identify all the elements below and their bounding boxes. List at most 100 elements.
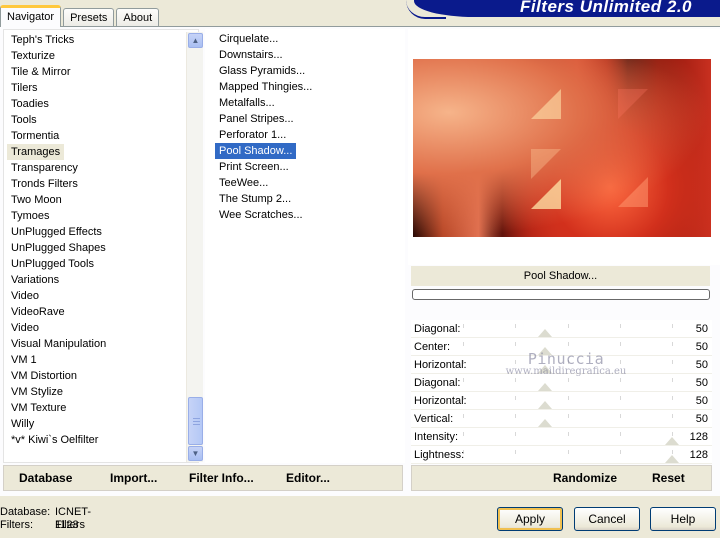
chevron-up-icon: ▲ xyxy=(191,36,200,45)
category-item[interactable]: Tymoes xyxy=(7,208,110,224)
category-item[interactable]: Willy xyxy=(7,416,110,432)
parameter-slider[interactable] xyxy=(463,357,673,373)
parameter-slider[interactable] xyxy=(463,411,673,427)
category-list[interactable]: Teph's Tricks Texturize Tile & Mirror Tiler… xyxy=(3,29,203,463)
filter-item[interactable]: Panel Stripes... xyxy=(215,111,316,127)
filter-list[interactable]: Cirquelate... Downstairs... Glass Pyramids… xyxy=(205,29,405,463)
slider-thumb[interactable] xyxy=(537,401,552,409)
slider-thumb[interactable] xyxy=(537,365,552,373)
category-item[interactable]: Tormentia xyxy=(7,128,110,144)
parameter-label: Diagonal: xyxy=(414,323,461,335)
slider-thumb[interactable] xyxy=(537,419,552,427)
slider-thumb[interactable] xyxy=(537,347,552,355)
scroll-down-button[interactable]: ▼ xyxy=(188,446,203,461)
filters-count: 1123 xyxy=(55,519,79,531)
editor-button[interactable]: Editor... xyxy=(286,466,330,490)
category-item[interactable]: Variations xyxy=(7,272,110,288)
slider-thumb[interactable] xyxy=(665,437,679,445)
import-button[interactable]: Import... xyxy=(110,466,157,490)
parameter-row: Horizontal: 50 xyxy=(411,392,712,410)
parameter-row: Vertical: 50 xyxy=(411,410,712,428)
category-item[interactable]: Tilers xyxy=(7,80,110,96)
preview-image[interactable] xyxy=(413,59,711,237)
category-item[interactable]: Two Moon xyxy=(7,192,110,208)
parameter-slider[interactable] xyxy=(463,321,673,337)
category-item[interactable]: *v* Kiwi`s Oelfilter xyxy=(7,432,110,448)
parameter-row: Center: 50 xyxy=(411,338,712,356)
parameter-slider[interactable] xyxy=(463,393,673,409)
randomize-button[interactable]: Randomize xyxy=(553,466,617,490)
category-item[interactable]: VM Stylize xyxy=(7,384,110,400)
category-item[interactable]: Texturize xyxy=(7,48,110,64)
category-item[interactable]: UnPlugged Shapes xyxy=(7,240,110,256)
tab-about[interactable]: About xyxy=(116,8,160,27)
reset-button[interactable]: Reset xyxy=(652,466,685,490)
category-items: Teph's Tricks Texturize Tile & Mirror Tiler… xyxy=(7,32,110,448)
category-item[interactable]: VM Texture xyxy=(7,400,110,416)
filter-item[interactable]: Metalfalls... xyxy=(215,95,316,111)
filter-info-button[interactable]: Filter Info... xyxy=(189,466,254,490)
database-button[interactable]: Database xyxy=(19,466,72,490)
parameter-label: Horizontal: xyxy=(414,359,467,371)
current-filter-name: Pool Shadow... xyxy=(411,266,710,286)
filter-item[interactable]: Wee Scratches... xyxy=(215,207,316,223)
scroll-thumb[interactable] xyxy=(188,397,203,445)
category-item[interactable]: Visual Manipulation xyxy=(7,336,110,352)
parameter-value: 128 xyxy=(689,431,708,443)
tab-navigator[interactable]: Navigator xyxy=(0,5,62,27)
tab-presets[interactable]: Presets xyxy=(63,8,115,27)
tab-strip: Navigator Presets About xyxy=(0,4,161,27)
parameter-row: Lightness: 128 xyxy=(411,446,712,464)
parameter-value: 128 xyxy=(689,449,708,461)
slider-thumb[interactable] xyxy=(537,383,552,391)
category-item[interactable]: UnPlugged Tools xyxy=(7,256,110,272)
parameter-slider[interactable] xyxy=(463,447,679,463)
parameter-value: 50 xyxy=(695,377,708,389)
filters-label: Filters: xyxy=(0,519,33,531)
progress-bar xyxy=(412,289,710,300)
category-scrollbar[interactable]: ▲ ▼ xyxy=(186,32,203,462)
parameter-slider[interactable] xyxy=(463,375,673,391)
category-item[interactable]: Teph's Tricks xyxy=(7,32,110,48)
parameter-toolbar: Randomize Reset xyxy=(411,465,712,491)
help-button[interactable]: Help xyxy=(650,507,716,531)
filter-item[interactable]: The Stump 2... xyxy=(215,191,316,207)
category-item[interactable]: Transparency xyxy=(7,160,110,176)
category-item[interactable]: Tramages xyxy=(7,144,65,160)
apply-button[interactable]: Apply xyxy=(497,507,563,531)
parameter-value: 50 xyxy=(695,395,708,407)
parameter-value: 50 xyxy=(695,413,708,425)
parameter-slider[interactable] xyxy=(463,429,679,445)
scroll-up-button[interactable]: ▲ xyxy=(188,33,203,48)
category-item[interactable]: Tronds Filters xyxy=(7,176,110,192)
parameter-row: Diagonal: 50 xyxy=(411,374,712,392)
filter-item[interactable]: Mapped Thingies... xyxy=(215,79,316,95)
category-item[interactable]: Tile & Mirror xyxy=(7,64,110,80)
category-item[interactable]: VideoRave xyxy=(7,304,110,320)
category-item[interactable]: UnPlugged Effects xyxy=(7,224,110,240)
filter-item[interactable]: Downstairs... xyxy=(215,47,316,63)
filter-item[interactable]: Glass Pyramids... xyxy=(215,63,316,79)
parameter-label: Intensity: xyxy=(414,431,459,443)
parameter-label: Diagonal: xyxy=(414,377,461,389)
filter-item[interactable]: TeeWee... xyxy=(215,175,316,191)
parameter-label: Vertical: xyxy=(414,413,454,425)
filter-item[interactable]: Cirquelate... xyxy=(215,31,316,47)
parameter-label: Lightness: xyxy=(414,449,465,461)
category-item[interactable]: VM 1 xyxy=(7,352,110,368)
category-item[interactable]: Video xyxy=(7,288,110,304)
slider-thumb[interactable] xyxy=(537,329,552,337)
filter-item[interactable]: Print Screen... xyxy=(215,159,316,175)
category-item[interactable]: Video xyxy=(7,320,110,336)
parameter-label: Horizontal: xyxy=(414,395,467,407)
category-item[interactable]: VM Distortion xyxy=(7,368,110,384)
title-banner: Filters Unlimited 2.0 xyxy=(406,0,720,19)
filter-item[interactable]: Pool Shadow... xyxy=(215,143,297,159)
category-item[interactable]: Toadies xyxy=(7,96,110,112)
parameter-slider[interactable] xyxy=(463,339,673,355)
category-item[interactable]: Tools xyxy=(7,112,110,128)
slider-thumb[interactable] xyxy=(665,455,679,463)
parameter-value: 50 xyxy=(695,323,708,335)
filter-item[interactable]: Perforator 1... xyxy=(215,127,316,143)
cancel-button[interactable]: Cancel xyxy=(574,507,640,531)
